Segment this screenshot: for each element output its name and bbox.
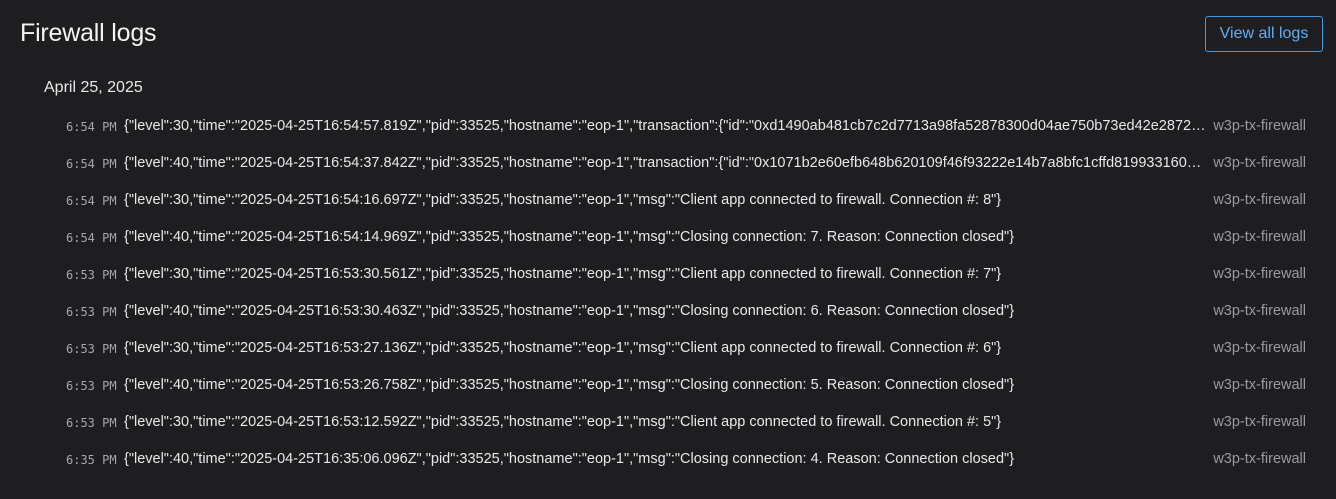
page-title: Firewall logs — [20, 19, 157, 47]
log-time: 6:54 PM — [66, 194, 117, 208]
log-message: {"level":40,"time":"2025-04-25T16:54:14.… — [124, 229, 1015, 245]
log-time: 6:53 PM — [66, 342, 117, 356]
log-time: 6:53 PM — [66, 268, 117, 282]
log-source: w3p-tx-firewall — [1213, 118, 1306, 134]
log-row[interactable]: 6:53 PM {"level":40,"time":"2025-04-25T1… — [0, 367, 1336, 404]
log-source: w3p-tx-firewall — [1213, 451, 1306, 467]
log-message: {"level":40,"time":"2025-04-25T16:54:37.… — [124, 155, 1206, 171]
log-row[interactable]: 6:54 PM {"level":30,"time":"2025-04-25T1… — [0, 182, 1336, 219]
log-message: {"level":30,"time":"2025-04-25T16:53:27.… — [124, 340, 1002, 356]
log-time: 6:54 PM — [66, 120, 117, 134]
log-source: w3p-tx-firewall — [1213, 229, 1306, 245]
log-message: {"level":30,"time":"2025-04-25T16:54:57.… — [124, 118, 1206, 134]
log-time: 6:35 PM — [66, 453, 117, 467]
log-message: {"level":40,"time":"2025-04-25T16:53:30.… — [124, 303, 1015, 319]
log-row[interactable]: 6:53 PM {"level":30,"time":"2025-04-25T1… — [0, 256, 1336, 293]
log-source: w3p-tx-firewall — [1213, 414, 1306, 430]
log-source: w3p-tx-firewall — [1213, 303, 1306, 319]
log-message: {"level":30,"time":"2025-04-25T16:53:12.… — [124, 414, 1002, 430]
firewall-logs-panel: Firewall logs View all logs April 25, 20… — [0, 0, 1336, 499]
log-message: {"level":30,"time":"2025-04-25T16:53:30.… — [124, 266, 1002, 282]
log-message: {"level":40,"time":"2025-04-25T16:53:26.… — [124, 377, 1015, 393]
log-list: 6:54 PM {"level":30,"time":"2025-04-25T1… — [0, 108, 1336, 478]
log-row[interactable]: 6:54 PM {"level":40,"time":"2025-04-25T1… — [0, 219, 1336, 256]
log-source: w3p-tx-firewall — [1213, 155, 1306, 171]
log-time: 6:53 PM — [66, 379, 117, 393]
log-row[interactable]: 6:54 PM {"level":30,"time":"2025-04-25T1… — [0, 108, 1336, 145]
log-row[interactable]: 6:53 PM {"level":30,"time":"2025-04-25T1… — [0, 404, 1336, 441]
log-time: 6:54 PM — [66, 157, 117, 171]
log-row[interactable]: 6:53 PM {"level":40,"time":"2025-04-25T1… — [0, 293, 1336, 330]
date-group-heading: April 25, 2025 — [44, 79, 143, 96]
log-source: w3p-tx-firewall — [1213, 266, 1306, 282]
log-time: 6:54 PM — [66, 231, 117, 245]
log-time: 6:53 PM — [66, 416, 117, 430]
log-row[interactable]: 6:35 PM {"level":40,"time":"2025-04-25T1… — [0, 441, 1336, 478]
view-all-logs-button[interactable]: View all logs — [1205, 16, 1323, 52]
log-row[interactable]: 6:53 PM {"level":30,"time":"2025-04-25T1… — [0, 330, 1336, 367]
log-source: w3p-tx-firewall — [1213, 340, 1306, 356]
log-message: {"level":40,"time":"2025-04-25T16:35:06.… — [124, 451, 1015, 467]
log-row[interactable]: 6:54 PM {"level":40,"time":"2025-04-25T1… — [0, 145, 1336, 182]
log-time: 6:53 PM — [66, 305, 117, 319]
log-message: {"level":30,"time":"2025-04-25T16:54:16.… — [124, 192, 1002, 208]
log-source: w3p-tx-firewall — [1213, 377, 1306, 393]
log-source: w3p-tx-firewall — [1213, 192, 1306, 208]
